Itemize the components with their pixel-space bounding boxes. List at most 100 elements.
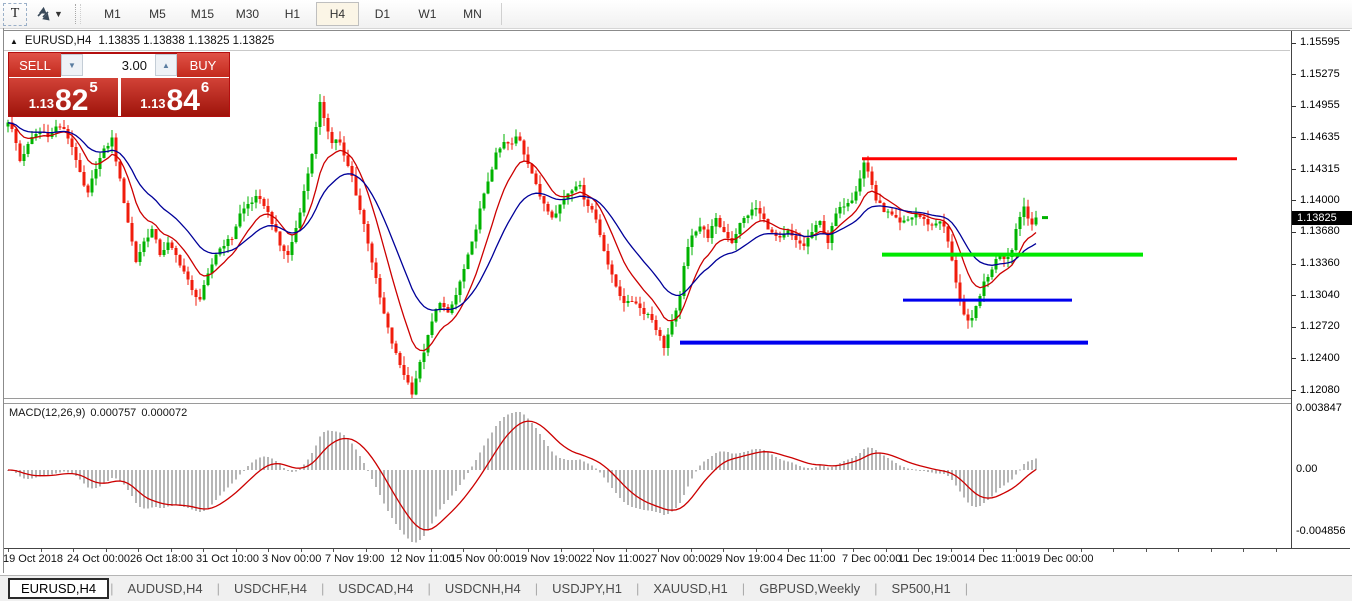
macd-axis-label: -0.004856 — [1296, 525, 1346, 537]
time-tick — [691, 549, 692, 552]
sell-price-prefix: 1.13 — [28, 96, 55, 111]
price-tick — [1292, 295, 1296, 296]
time-tick — [1243, 549, 1244, 552]
price-tick — [1292, 390, 1296, 391]
timeframe-button-d1[interactable]: D1 — [361, 2, 404, 26]
time-axis-label: 19 Nov 19:00 — [515, 553, 581, 565]
pane-splitter-top[interactable] — [4, 398, 1291, 399]
price-axis-label: 1.14955 — [1300, 99, 1340, 111]
chart-tab-audusd[interactable]: AUDUSD,H4 — [115, 579, 216, 598]
one-click-trade-panel: SELL ▼ 3.00 ▲ BUY 1.13 82 5 1.13 84 6 — [8, 52, 230, 117]
timeframe-button-m5[interactable]: M5 — [136, 2, 179, 26]
time-tick — [398, 549, 399, 552]
time-tick — [1048, 549, 1049, 552]
time-tick — [723, 549, 724, 552]
chart-tab-usdcad[interactable]: USDCAD,H4 — [325, 579, 426, 598]
chevron-down-icon[interactable]: ▼ — [54, 9, 63, 19]
time-tick — [658, 549, 659, 552]
time-tick — [301, 549, 302, 552]
tab-separator: | — [964, 581, 969, 596]
time-tick — [983, 549, 984, 552]
collapse-icon[interactable]: ▲ — [10, 37, 18, 46]
time-tick — [528, 549, 529, 552]
time-axis-label: 27 Nov 00:00 — [645, 553, 711, 565]
time-axis-label: 7 Nov 19:00 — [325, 553, 385, 565]
time-axis-label: 7 Dec 00:00 — [842, 553, 902, 565]
time-tick — [1211, 549, 1212, 552]
current-price-tag: 1.13825 — [1292, 211, 1352, 225]
timeframe-button-mn[interactable]: MN — [451, 2, 494, 26]
time-tick — [463, 549, 464, 552]
time-axis-label: 19 Oct 2018 — [3, 553, 63, 565]
buy-price-prefix: 1.13 — [140, 96, 166, 111]
volume-increase-button[interactable]: ▲ — [155, 54, 177, 76]
time-tick — [756, 549, 757, 552]
price-axis-label: 1.14000 — [1300, 194, 1340, 206]
chart-tab-usdcnh[interactable]: USDCNH,H4 — [432, 579, 534, 598]
chart-tab-gbpusd[interactable]: GBPUSD,Weekly — [746, 579, 873, 598]
timeframe-button-w1[interactable]: W1 — [406, 2, 449, 26]
time-tick — [593, 549, 594, 552]
timeframe-button-m15[interactable]: M15 — [181, 2, 224, 26]
macd-value-2: 0.000072 — [141, 407, 188, 419]
time-tick — [431, 549, 432, 552]
time-tick — [1081, 549, 1082, 552]
time-axis-label: 11 Dec 19:00 — [898, 553, 963, 565]
toolbar-grip[interactable] — [74, 4, 81, 24]
time-axis-label: 29 Nov 19:00 — [710, 553, 776, 565]
time-tick — [1146, 549, 1147, 552]
volume-stepper: ▼ 3.00 ▲ — [61, 53, 177, 77]
buy-price-big: 84 — [166, 84, 200, 117]
chart-tab-eurusd[interactable]: EURUSD,H4 — [8, 578, 110, 599]
price-tick — [1292, 74, 1296, 75]
top-toolbar: T ▼ M1 M5 M15 M30 H1 H4 D1 W1 MN — [0, 0, 1352, 29]
sell-price-big: 82 — [55, 84, 89, 117]
timeframe-button-m1[interactable]: M1 — [91, 2, 134, 26]
time-tick — [626, 549, 627, 552]
sell-price-pip: 5 — [89, 79, 98, 96]
macd-indicator-canvas[interactable] — [4, 404, 1291, 548]
price-axis-label: 1.15595 — [1300, 36, 1340, 48]
time-axis-line — [4, 548, 1350, 549]
sell-button[interactable]: SELL — [9, 53, 61, 77]
volume-decrease-button[interactable]: ▼ — [61, 54, 83, 76]
chart-tab-xauusd[interactable]: XAUUSD,H1 — [640, 579, 740, 598]
time-tick — [1178, 549, 1179, 552]
chart-tab-sp500[interactable]: SP500,H1 — [878, 579, 963, 598]
buy-price-pip: 6 — [200, 79, 210, 96]
text-tool-button[interactable]: T — [3, 2, 27, 26]
chart-tab-usdjpy[interactable]: USDJPY,H1 — [539, 579, 635, 598]
buy-button[interactable]: BUY — [177, 53, 229, 77]
price-axis-label: 1.12720 — [1300, 320, 1340, 332]
time-axis-label: 26 Oct 18:00 — [130, 553, 193, 565]
price-axis-label: 1.14635 — [1300, 131, 1340, 143]
timeframe-button-m30[interactable]: M30 — [226, 2, 269, 26]
price-tick — [1292, 169, 1296, 170]
price-tick — [1292, 264, 1296, 265]
buy-price-box[interactable]: 1.13 84 6 — [120, 78, 229, 117]
time-tick — [203, 549, 204, 552]
price-tick — [1292, 137, 1296, 138]
sell-price-box[interactable]: 1.13 82 5 — [9, 78, 118, 116]
time-tick — [41, 549, 42, 552]
volume-input[interactable]: 3.00 — [83, 54, 155, 76]
chart-tab-usdchf[interactable]: USDCHF,H4 — [221, 579, 320, 598]
time-tick — [1113, 549, 1114, 552]
time-axis-label: 14 Dec 11:00 — [963, 553, 1028, 565]
time-tick — [236, 549, 237, 552]
price-tick — [1292, 43, 1296, 44]
time-tick — [333, 549, 334, 552]
time-tick — [171, 549, 172, 552]
price-tick — [1292, 200, 1296, 201]
chart-title: ▲ EURUSD,H4 1.13835 1.13838 1.13825 1.13… — [10, 35, 274, 47]
price-tick — [1292, 106, 1296, 107]
arrows-tool-button[interactable]: ▼ — [35, 6, 63, 22]
macd-label: MACD(12,26,9) 0.000757 0.000072 — [9, 407, 187, 419]
price-axis-border — [1291, 31, 1292, 548]
timeframe-button-h1[interactable]: H1 — [271, 2, 314, 26]
time-tick — [821, 549, 822, 552]
time-axis[interactable]: 19 Oct 2018 24 Oct 00:00 26 Oct 18:00 31 Oc… — [0, 553, 1352, 571]
time-tick — [366, 549, 367, 552]
time-tick — [951, 549, 952, 552]
timeframe-button-h4[interactable]: H4 — [315, 2, 359, 26]
